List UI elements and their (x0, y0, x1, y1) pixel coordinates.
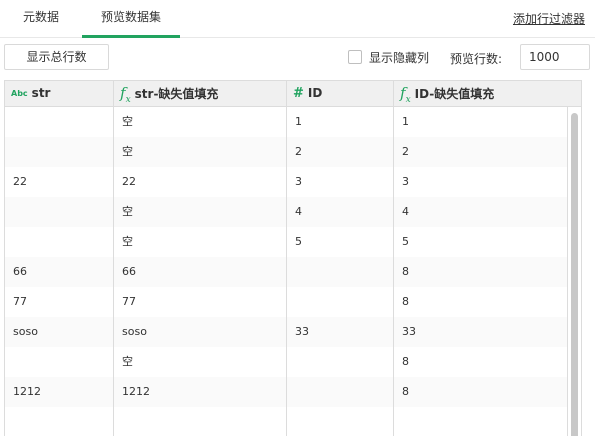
show-total-rows-button[interactable]: 显示总行数 (4, 44, 109, 70)
cell-id[interactable] (287, 347, 394, 377)
column-header-label: str (31, 86, 51, 100)
column-header-str[interactable]: Abc str (5, 81, 114, 106)
cell-id[interactable]: 4 (287, 197, 394, 227)
cell-str-fill[interactable] (114, 407, 287, 436)
cell-str[interactable] (5, 137, 114, 167)
tab-preview-dataset[interactable]: 预览数据集 (82, 0, 180, 38)
number-type-icon: # (293, 86, 304, 101)
cell-str[interactable] (5, 197, 114, 227)
cell-str[interactable]: soso (5, 317, 114, 347)
tab-metadata[interactable]: 元数据 (0, 0, 82, 38)
cell-str-fill[interactable]: 1212 (114, 377, 287, 407)
cell-str[interactable] (5, 407, 114, 436)
cell-id-fill[interactable]: 1 (394, 107, 567, 137)
column-header-label: ID (307, 86, 323, 100)
data-preview-table: Abc str fx str-缺失值填充 # ID fx ID-缺失值填充 空11空22… (4, 80, 582, 436)
show-hidden-columns-toggle[interactable]: 显示隐藏列 (348, 49, 429, 65)
cell-id[interactable] (287, 257, 394, 287)
cell-str[interactable] (5, 347, 114, 377)
cell-id-fill[interactable]: 2 (394, 137, 567, 167)
cell-id-fill[interactable]: 33 (394, 317, 567, 347)
column-header-id[interactable]: # ID (287, 81, 394, 106)
cell-str-fill[interactable]: 77 (114, 287, 287, 317)
column-header-label: str-缺失值填充 (134, 87, 219, 101)
add-row-filter-link[interactable]: 添加行过滤器 (513, 10, 585, 27)
column-header-label: ID-缺失值填充 (414, 87, 495, 101)
cell-id-fill[interactable]: 8 (394, 347, 567, 377)
cell-id[interactable]: 5 (287, 227, 394, 257)
column-header-str-fill[interactable]: fx str-缺失值填充 (114, 81, 287, 106)
cell-str-fill[interactable]: 66 (114, 257, 287, 287)
cell-str[interactable]: 77 (5, 287, 114, 317)
column-divider[interactable] (113, 81, 114, 436)
cell-id-fill[interactable] (394, 407, 567, 436)
cell-str[interactable]: 22 (5, 167, 114, 197)
scrollbar-thumb[interactable] (571, 113, 578, 436)
cell-id[interactable] (287, 287, 394, 317)
cell-id-fill[interactable]: 8 (394, 257, 567, 287)
cell-id-fill[interactable]: 3 (394, 167, 567, 197)
cell-str-fill[interactable]: soso (114, 317, 287, 347)
column-header-id-fill[interactable]: fx ID-缺失值填充 (394, 81, 567, 106)
cell-id[interactable]: 33 (287, 317, 394, 347)
cell-str[interactable]: 66 (5, 257, 114, 287)
vertical-scrollbar[interactable] (567, 107, 581, 436)
tab-bar: 元数据 预览数据集 添加行过滤器 (0, 0, 595, 38)
table-header: Abc str fx str-缺失值填充 # ID fx ID-缺失值填充 (5, 81, 581, 107)
column-divider[interactable] (286, 81, 287, 436)
cell-id[interactable] (287, 377, 394, 407)
column-divider[interactable] (393, 81, 394, 436)
preview-rows-input[interactable]: 1000 (520, 44, 590, 70)
cell-str-fill[interactable]: 空 (114, 137, 287, 167)
cell-id[interactable] (287, 407, 394, 436)
cell-id-fill[interactable]: 4 (394, 197, 567, 227)
cell-id[interactable]: 3 (287, 167, 394, 197)
cell-str-fill[interactable]: 空 (114, 227, 287, 257)
cell-id-fill[interactable]: 5 (394, 227, 567, 257)
cell-id[interactable]: 1 (287, 107, 394, 137)
show-hidden-columns-checkbox[interactable] (348, 50, 362, 64)
cell-id-fill[interactable]: 8 (394, 377, 567, 407)
show-hidden-columns-label: 显示隐藏列 (369, 50, 430, 65)
preview-rows-label: 预览行数: (450, 52, 503, 66)
cell-str-fill[interactable]: 空 (114, 107, 287, 137)
cell-str-fill[interactable]: 空 (114, 347, 287, 377)
cell-str-fill[interactable]: 22 (114, 167, 287, 197)
cell-id-fill[interactable]: 8 (394, 287, 567, 317)
text-type-icon: Abc (11, 89, 28, 98)
cell-str-fill[interactable]: 空 (114, 197, 287, 227)
cell-str[interactable]: 1212 (5, 377, 114, 407)
cell-str[interactable] (5, 227, 114, 257)
cell-str[interactable] (5, 107, 114, 137)
cell-id[interactable]: 2 (287, 137, 394, 167)
